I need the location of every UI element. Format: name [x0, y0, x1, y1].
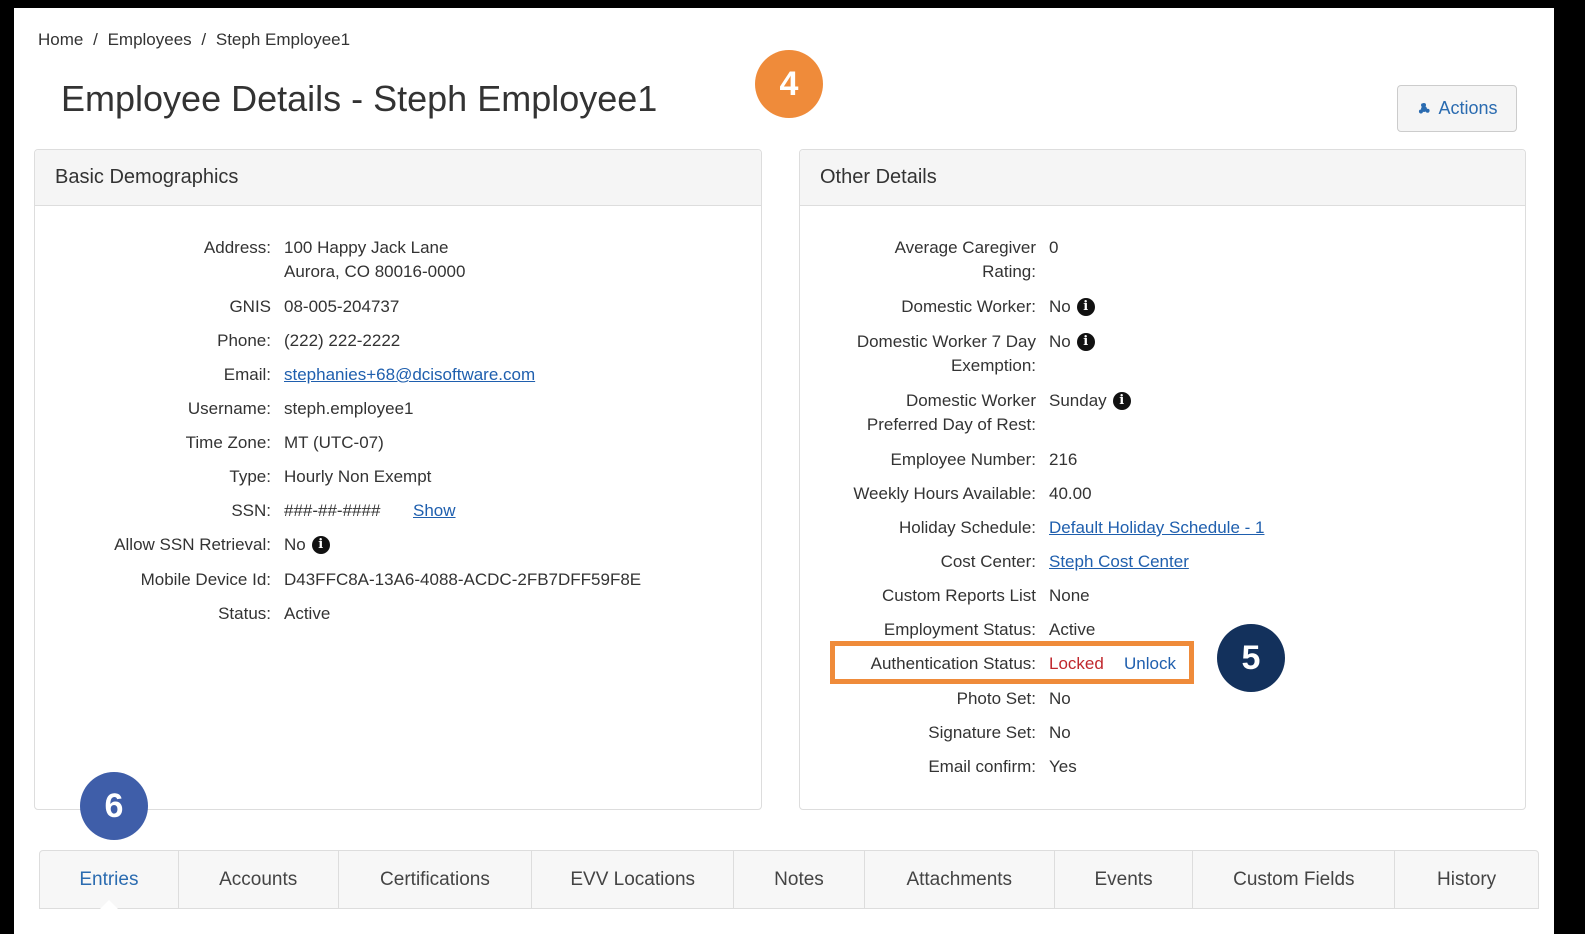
weekly-hours-value: 40.00 — [1049, 484, 1092, 503]
photo-set-label: Photo Set: — [956, 689, 1036, 708]
panel-title: Other Details — [800, 150, 1525, 206]
dw-rest-label-2: Preferred Day of Rest: — [866, 415, 1036, 434]
cost-center-link[interactable]: Steph Cost Center — [1049, 550, 1189, 574]
tab-accounts[interactable]: Accounts — [179, 851, 339, 908]
type-label: Type: — [229, 467, 271, 486]
tab-entries[interactable]: Entries — [40, 851, 179, 909]
domestic-label: Domestic Worker: — [901, 297, 1036, 316]
breadcrumb: Home / Employees / Steph Employee1 — [38, 30, 350, 50]
basic-demographics-panel: Basic Demographics Address: 100 Happy Ja… — [34, 149, 762, 810]
type-value: Hourly Non Exempt — [284, 467, 432, 486]
phone-value: (222) 222-2222 — [284, 331, 401, 350]
gear-icon — [1416, 101, 1432, 117]
dw7-label-1: Domestic Worker 7 Day — [856, 332, 1036, 351]
avg-rating-value: 0 — [1049, 238, 1059, 257]
tab-attachments[interactable]: Attachments — [865, 851, 1055, 908]
app-frame: Home / Employees / Steph Employee1 Emplo… — [14, 8, 1554, 934]
email-confirm-label: Email confirm: — [928, 757, 1036, 776]
username-value: steph.employee1 — [284, 399, 414, 418]
breadcrumb-home[interactable]: Home — [38, 30, 83, 49]
photo-set-value: No — [1049, 689, 1071, 708]
employee-number-label: Employee Number: — [890, 450, 1036, 469]
tab-events[interactable]: Events — [1055, 851, 1194, 908]
holiday-schedule-link[interactable]: Default Holiday Schedule - 1 — [1049, 516, 1264, 540]
cost-center-label: Cost Center: — [940, 552, 1036, 571]
phone-label: Phone: — [217, 331, 271, 350]
info-icon[interactable]: i — [1076, 298, 1095, 316]
allow-ssn-value-wrap: No i — [284, 533, 330, 557]
email-label: Email: — [223, 365, 271, 384]
email-confirm-value: Yes — [1049, 757, 1077, 776]
tab-custom-fields[interactable]: Custom Fields — [1193, 851, 1396, 908]
tab-history[interactable]: History — [1395, 851, 1538, 908]
ssn-show-link[interactable]: Show — [413, 499, 456, 523]
allow-ssn-value: No — [284, 535, 306, 554]
detail-tabs: Entries Accounts Certifications EVV Loca… — [39, 850, 1539, 909]
info-icon[interactable]: i — [311, 536, 330, 554]
holiday-label: Holiday Schedule: — [898, 518, 1036, 537]
breadcrumb-separator: / — [201, 30, 207, 49]
actions-button[interactable]: Actions — [1397, 85, 1517, 132]
email-link[interactable]: stephanies+68@dcisoftware.com — [284, 363, 535, 387]
mobile-label: Mobile Device Id: — [140, 570, 271, 589]
timezone-value: MT (UTC-07) — [284, 433, 384, 452]
domestic-value-wrap: No i — [1049, 295, 1095, 319]
info-icon[interactable]: i — [1112, 392, 1131, 410]
address-line2: Aurora, CO 80016-0000 — [284, 262, 466, 281]
address-line1: 100 Happy Jack Lane — [284, 238, 449, 257]
ssn-label: SSN: — [231, 501, 271, 520]
dw-rest-value-wrap: Sunday i — [1049, 389, 1131, 413]
tab-notes[interactable]: Notes — [734, 851, 865, 908]
weekly-hours-label: Weekly Hours Available: — [853, 484, 1036, 503]
dw7-label-2: Exemption: — [950, 356, 1036, 375]
page-title: Employee Details - Steph Employee1 — [61, 78, 658, 119]
other-details-panel: Other Details Average Caregiver Rating: … — [799, 149, 1526, 810]
actions-label: Actions — [1438, 98, 1498, 118]
allow-ssn-label: Allow SSN Retrieval: — [114, 535, 271, 554]
address-label: Address: — [203, 238, 271, 257]
breadcrumb-separator: / — [93, 30, 98, 49]
avg-rating-label-2: Rating: — [982, 262, 1036, 281]
custom-reports-value: None — [1049, 586, 1090, 605]
tab-certifications[interactable]: Certifications — [339, 851, 533, 908]
employment-status-value: Active — [1049, 620, 1096, 639]
domestic-value: No — [1049, 297, 1071, 316]
breadcrumb-current: Steph Employee1 — [215, 30, 351, 49]
mobile-value: D43FFC8A-13A6-4088-ACDC-2FB7DFF59F8E — [284, 570, 642, 589]
username-label: Username: — [187, 399, 271, 418]
gnis-label: GNIS — [229, 297, 271, 316]
panel-title: Basic Demographics — [35, 150, 761, 206]
gnis-value: 08-005-204737 — [284, 297, 400, 316]
ssn-value: ###-##-#### — [284, 501, 381, 520]
avg-rating-label-1: Average Caregiver — [894, 238, 1036, 257]
signature-set-label: Signature Set: — [928, 723, 1036, 742]
breadcrumb-employees[interactable]: Employees — [108, 30, 192, 49]
auth-status-highlight — [830, 641, 1194, 684]
signature-set-value: No — [1049, 723, 1071, 742]
timezone-label: Time Zone: — [185, 433, 271, 452]
dw-rest-value: Sunday — [1049, 391, 1107, 410]
status-label: Status: — [218, 604, 271, 623]
dw7-value-wrap: No i — [1049, 330, 1095, 354]
step-badge-5: 5 — [1217, 624, 1285, 692]
tab-evv-locations[interactable]: EVV Locations — [532, 851, 735, 908]
status-value: Active — [284, 604, 331, 623]
dw-rest-label-1: Domestic Worker — [905, 391, 1036, 410]
dw7-value: No — [1049, 332, 1071, 351]
employee-number-value: 216 — [1049, 450, 1078, 469]
employment-status-label: Employment Status: — [883, 620, 1036, 639]
step-badge-6: 6 — [80, 772, 148, 840]
info-icon[interactable]: i — [1076, 333, 1095, 351]
custom-reports-label: Custom Reports List — [882, 586, 1036, 605]
step-badge-4: 4 — [755, 50, 823, 118]
